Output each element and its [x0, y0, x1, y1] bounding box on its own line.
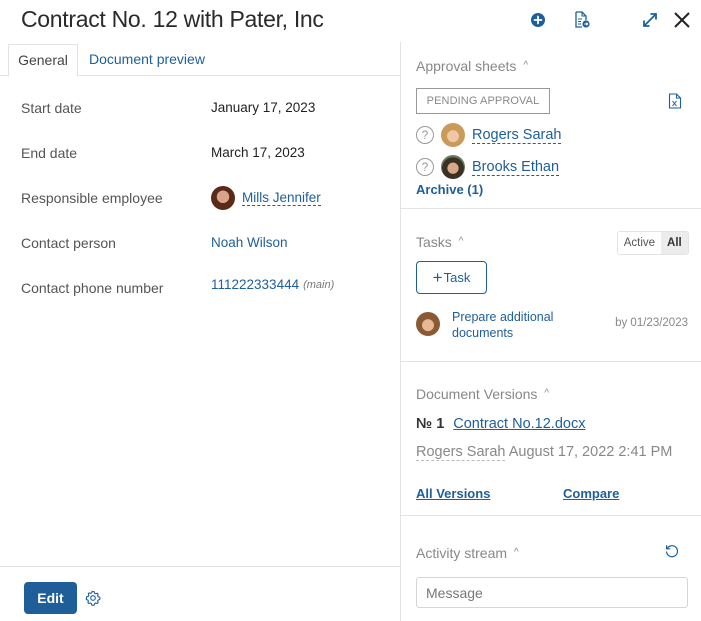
- avatar[interactable]: [441, 155, 465, 179]
- tasks-section-toggle[interactable]: Tasks ^: [416, 234, 464, 250]
- version-date: August 17, 2022 2:41 PM: [508, 444, 673, 460]
- filter-all[interactable]: All: [660, 232, 688, 254]
- avatar[interactable]: [416, 312, 440, 336]
- field-contact-phone: Contact phone number 111222333444 (main): [21, 277, 391, 300]
- field-label: Responsible employee: [21, 190, 163, 206]
- close-icon[interactable]: [673, 11, 691, 29]
- version-number: № 1: [416, 416, 445, 432]
- tasks-section: Tasks ^ Active All +Task Prepare additio…: [401, 208, 701, 361]
- versions-section: Document Versions ^ № 1 Contract No.12.d…: [401, 361, 701, 515]
- add-task-button[interactable]: +Task: [416, 261, 487, 294]
- section-title: Document Versions: [416, 386, 538, 402]
- field-responsible-employee: Responsible employee Mills Jennifer: [21, 186, 391, 210]
- end-date-value: March 17, 2023: [211, 145, 305, 160]
- task-filter-toggle: Active All: [617, 231, 689, 255]
- sidebar-panel: Approval sheets ^ PENDING APPROVAL ? Rog…: [400, 42, 701, 621]
- question-icon: ?: [416, 126, 434, 144]
- phone-type-note: (main): [303, 278, 335, 291]
- section-title: Activity stream: [416, 545, 508, 561]
- approver-link[interactable]: Rogers Sarah: [472, 127, 562, 144]
- activity-section-toggle[interactable]: Activity stream ^: [416, 545, 519, 561]
- field-start-date: Start date January 17, 2023: [21, 98, 391, 120]
- message-input[interactable]: [416, 577, 688, 608]
- refresh-icon[interactable]: [664, 543, 680, 559]
- field-label: End date: [21, 145, 78, 161]
- archive-link[interactable]: Archive (1): [416, 182, 483, 197]
- responsible-employee-value: Mills Jennifer: [211, 186, 321, 210]
- all-versions-link[interactable]: All Versions: [416, 486, 490, 501]
- responsible-employee-link[interactable]: Mills Jennifer: [242, 190, 321, 206]
- question-icon: ?: [416, 158, 434, 176]
- avatar[interactable]: [211, 186, 235, 210]
- add-task-label: Task: [443, 270, 471, 285]
- chevron-up-icon: ^: [458, 235, 464, 247]
- header: Contract No. 12 with Pater, Inc: [0, 0, 701, 42]
- chevron-up-icon: ^: [523, 59, 529, 71]
- field-end-date: End date March 17, 2023: [21, 143, 391, 165]
- field-label: Contact phone number: [21, 280, 164, 296]
- version-meta: Rogers Sarah August 17, 2022 2:41 PM: [416, 444, 673, 461]
- approver-row: ? Brooks Ethan: [416, 154, 560, 180]
- contact-person-link[interactable]: Noah Wilson: [211, 235, 288, 250]
- chevron-up-icon: ^: [544, 387, 550, 399]
- approver-link[interactable]: Brooks Ethan: [472, 159, 560, 176]
- tab-general[interactable]: General: [8, 44, 78, 77]
- version-file-link[interactable]: Contract No.12.docx: [453, 416, 585, 432]
- edit-button[interactable]: Edit: [24, 582, 77, 614]
- status-badge: PENDING APPROVAL: [416, 88, 550, 114]
- phone-link[interactable]: 111222333444: [211, 277, 299, 292]
- footer: Edit: [0, 566, 400, 621]
- version-row: № 1 Contract No.12.docx: [416, 416, 585, 432]
- section-title: Tasks: [416, 234, 452, 250]
- versions-section-toggle[interactable]: Document Versions ^: [416, 386, 549, 402]
- activity-section: Activity stream ^: [401, 515, 701, 621]
- excel-export-icon[interactable]: [668, 93, 682, 109]
- version-author-link[interactable]: Rogers Sarah: [416, 444, 506, 461]
- tab-bar: General Document preview: [0, 42, 400, 77]
- approval-section: Approval sheets ^ PENDING APPROVAL ? Rog…: [401, 42, 701, 208]
- chevron-up-icon: ^: [514, 546, 519, 558]
- plus-icon: +: [432, 268, 443, 287]
- avatar[interactable]: [441, 123, 465, 147]
- expand-icon[interactable]: [641, 11, 659, 29]
- field-label: Contact person: [21, 235, 116, 251]
- plus-circle-icon[interactable]: [529, 11, 547, 29]
- gear-icon[interactable]: [85, 590, 101, 606]
- start-date-value: January 17, 2023: [211, 100, 316, 115]
- approver-row: ? Rogers Sarah: [416, 122, 562, 148]
- general-panel: General Document preview Start date Janu…: [0, 42, 400, 621]
- filter-active[interactable]: Active: [618, 232, 661, 254]
- tab-document-preview[interactable]: Document preview: [79, 44, 215, 77]
- page-title: Contract No. 12 with Pater, Inc: [21, 6, 324, 32]
- task-item: Prepare additional documents by 01/23/20…: [416, 308, 688, 342]
- task-due-date: by 01/23/2023: [615, 317, 688, 329]
- document-arrow-icon[interactable]: [573, 11, 591, 29]
- approval-section-toggle[interactable]: Approval sheets ^: [416, 58, 528, 74]
- contact-phone-value: 111222333444 (main): [211, 277, 334, 292]
- task-link[interactable]: Prepare additional documents: [452, 309, 582, 341]
- field-label: Start date: [21, 100, 82, 116]
- section-title: Approval sheets: [416, 58, 517, 74]
- compare-link[interactable]: Compare: [563, 486, 619, 501]
- field-contact-person: Contact person Noah Wilson: [21, 233, 391, 255]
